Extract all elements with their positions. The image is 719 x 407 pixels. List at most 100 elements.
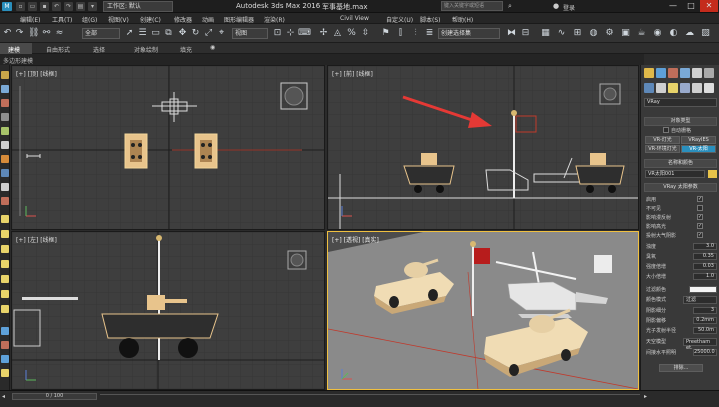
- filter-color-swatch[interactable]: [689, 286, 717, 293]
- light-tool-icon[interactable]: [1, 155, 9, 163]
- photon-emit-radius-field[interactable]: 50.0m: [693, 327, 717, 334]
- ribbon-panel-label[interactable]: 多边形建模: [3, 56, 33, 65]
- search-input[interactable]: 键入关键字或短语: [441, 1, 503, 11]
- cylinder-tool-icon[interactable]: [1, 245, 9, 253]
- redo-icon[interactable]: ↷: [14, 28, 25, 39]
- color-mode-select[interactable]: 过滤: [683, 296, 717, 304]
- ribbon-toggle-icon[interactable]: ◉: [210, 44, 218, 52]
- hierarchy-tab-icon[interactable]: [668, 68, 678, 78]
- keyboard-shortcut-icon[interactable]: ⌨: [298, 28, 311, 39]
- menu-animation[interactable]: 动画: [202, 15, 214, 24]
- tab-modeling[interactable]: 建模: [8, 45, 20, 54]
- material-editor-icon[interactable]: ◍: [588, 28, 599, 39]
- menu-group[interactable]: 组(G): [82, 15, 97, 24]
- undo-icon[interactable]: ↶: [52, 2, 61, 11]
- cone-tool-icon[interactable]: [1, 260, 9, 268]
- geometry-icon[interactable]: [644, 83, 654, 93]
- place-icon[interactable]: ⌖: [216, 28, 227, 39]
- window-crossing-icon[interactable]: ⧉: [163, 28, 174, 39]
- render-cloud-icon[interactable]: ☁: [684, 28, 695, 39]
- pivot-center-icon[interactable]: ⊡: [272, 28, 283, 39]
- ozone-field[interactable]: 0.35: [693, 253, 717, 260]
- menu-graph-editors[interactable]: 图形编辑器: [224, 15, 254, 24]
- named-selection-set-select[interactable]: 创建选择集: [438, 28, 500, 39]
- redo-icon[interactable]: ↷: [64, 2, 73, 11]
- motion-tool-icon[interactable]: [1, 355, 9, 363]
- vehicle-top-view-left[interactable]: [124, 133, 148, 169]
- torus-tool-icon[interactable]: [1, 275, 9, 283]
- modifier-tool-icon[interactable]: [1, 327, 9, 335]
- percent-snap-icon[interactable]: %: [346, 28, 357, 39]
- spinner-snap-icon[interactable]: ⇳: [360, 28, 371, 39]
- login-link[interactable]: 登录: [563, 3, 575, 12]
- indirect-horizontal-illum-field[interactable]: 25000.0: [693, 349, 717, 356]
- menu-edit[interactable]: 编辑(E): [20, 15, 40, 24]
- shadow-bias-field[interactable]: 0.2mm: [693, 317, 717, 324]
- turbidity-field[interactable]: 3.0: [693, 243, 717, 250]
- select-move-icon[interactable]: ✥: [177, 28, 188, 39]
- menu-create[interactable]: 创建(C): [140, 15, 161, 24]
- viewport-front[interactable]: [+] [前] [线框]: [327, 65, 639, 230]
- viewport-layout-icon[interactable]: [1, 85, 9, 93]
- project-folder-icon[interactable]: ▤: [76, 2, 85, 11]
- workspace-select[interactable]: 工作区: 默认: [103, 1, 173, 12]
- align-tool-icon[interactable]: ⊟: [520, 28, 531, 39]
- select-scale-icon[interactable]: ⤢: [203, 28, 214, 39]
- camera-tool-icon[interactable]: [1, 169, 9, 177]
- affect-diffuse-checkbox[interactable]: ✓: [697, 214, 703, 220]
- undo-icon[interactable]: ↶: [2, 28, 13, 39]
- menu-modifiers[interactable]: 修改器: [174, 15, 192, 24]
- quick-access-dropdown-icon[interactable]: ▾: [88, 2, 97, 11]
- tab-object-paint[interactable]: 对象绘制: [134, 45, 158, 54]
- display-tool-icon[interactable]: [1, 369, 9, 377]
- open-file-icon[interactable]: ▭: [28, 2, 37, 11]
- sphere-tool-icon[interactable]: [1, 215, 9, 223]
- tab-populate[interactable]: 填充: [180, 45, 192, 54]
- helpers-icon[interactable]: [692, 83, 702, 93]
- select-object-icon[interactable]: ➚: [124, 28, 135, 39]
- mirror-icon[interactable]: ⫿: [395, 28, 406, 39]
- app-logo-icon[interactable]: M: [2, 2, 12, 11]
- shadow-subdivs-field[interactable]: 3: [693, 307, 717, 314]
- vray-ies-button[interactable]: VRayIES: [681, 136, 716, 144]
- user-icon[interactable]: ●: [553, 2, 562, 11]
- lights-icon[interactable]: [668, 83, 678, 93]
- helper-tool-icon[interactable]: [1, 183, 9, 191]
- motion-tab-icon[interactable]: [680, 68, 690, 78]
- render-production-icon[interactable]: ☕: [636, 28, 647, 39]
- affect-specular-checkbox[interactable]: ✓: [697, 223, 703, 229]
- menu-rendering[interactable]: 渲染(R): [264, 15, 285, 24]
- object-color-swatch[interactable]: [708, 170, 717, 178]
- layer-explorer-icon[interactable]: ≣: [424, 28, 435, 39]
- edit-named-selection-icon[interactable]: ⚑: [380, 28, 391, 39]
- angle-snap-icon[interactable]: ◬: [332, 28, 343, 39]
- scene-tool-icon[interactable]: [1, 141, 9, 149]
- exclude-button[interactable]: 排除...: [659, 364, 703, 372]
- close-button[interactable]: ✕: [700, 0, 718, 12]
- sky-model-select[interactable]: Preetham et.: [683, 338, 717, 351]
- viewport-left[interactable]: [+] [左] [线框]: [11, 231, 325, 390]
- viewport-front-label[interactable]: [+] [前] [线框]: [332, 69, 373, 78]
- snaps-toggle-icon[interactable]: ✢: [318, 28, 329, 39]
- display-tab-icon[interactable]: [692, 68, 702, 78]
- auto-grid-checkbox[interactable]: [663, 127, 669, 133]
- minimize-button[interactable]: —: [664, 0, 682, 12]
- mirror-tool-icon[interactable]: ⧓: [506, 28, 517, 39]
- light-type-dropdown[interactable]: VRay: [644, 98, 717, 107]
- next-frame-icon[interactable]: ▸: [644, 393, 652, 401]
- render-activeshade-icon[interactable]: ◐: [668, 28, 679, 39]
- prev-frame-icon[interactable]: ◂: [2, 393, 10, 401]
- vehicle-top-view-right[interactable]: [194, 133, 218, 169]
- render-frame-icon[interactable]: ▨: [700, 28, 711, 39]
- align-icon[interactable]: ⫶: [410, 28, 421, 39]
- modify-tab-icon[interactable]: [656, 68, 666, 78]
- size-multiplier-field[interactable]: 1.0: [693, 273, 717, 280]
- viewport-perspective-label[interactable]: [+] [透视] [真实]: [332, 235, 379, 244]
- plane-tool-icon[interactable]: [1, 305, 9, 313]
- menu-help[interactable]: 帮助(H): [452, 15, 473, 24]
- selection-filter-select[interactable]: 全部: [82, 28, 120, 39]
- maximize-button[interactable]: □: [682, 0, 700, 12]
- menu-tools[interactable]: 工具(T): [52, 15, 72, 24]
- create-tab-icon[interactable]: [644, 68, 654, 78]
- cameras-icon[interactable]: [680, 83, 690, 93]
